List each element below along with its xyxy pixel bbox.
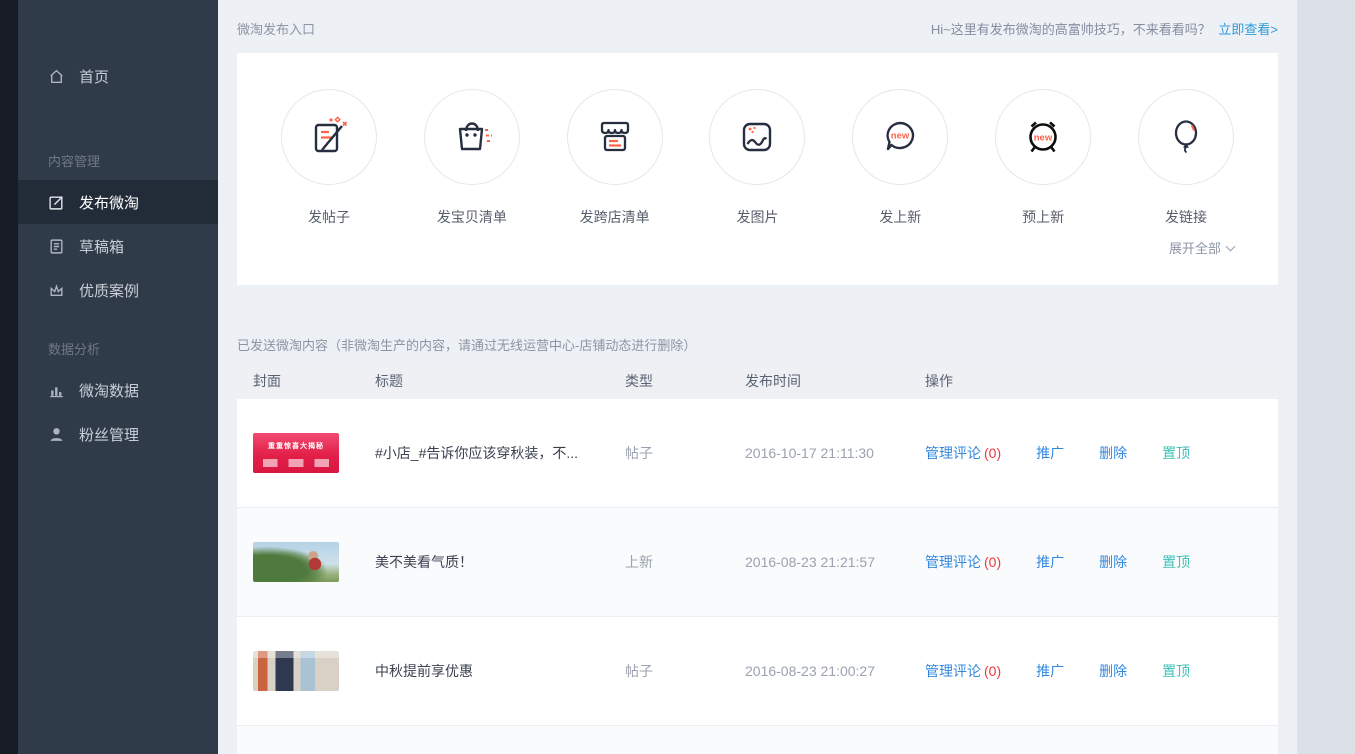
post-icon xyxy=(281,89,377,185)
chevron-down-icon xyxy=(1226,241,1236,251)
sent-content-title: 已发送微淘内容（非微淘生产的内容，请通过无线运营中心-店铺动态进行删除） xyxy=(237,335,1278,353)
edit-icon xyxy=(48,194,65,211)
col-actions: 操作 xyxy=(925,371,1262,391)
delete-link[interactable]: 删除 xyxy=(1099,661,1127,681)
image-icon xyxy=(709,89,805,185)
table-row xyxy=(237,726,1278,754)
row-type: 帖子 xyxy=(625,661,745,681)
promote-link[interactable]: 推广 xyxy=(1036,552,1064,572)
publish-entries-card: 发帖子 发宝贝清单 xyxy=(237,53,1278,285)
col-title: 标题 xyxy=(375,371,625,391)
sidebar-item-label: 首页 xyxy=(79,66,109,87)
row-time: 2016-08-23 21:21:57 xyxy=(745,554,925,570)
svg-text:new: new xyxy=(1034,133,1053,144)
sidebar-item-weitao-data[interactable]: 微淘数据 xyxy=(18,368,218,412)
sidebar-item-label: 发布微淘 xyxy=(79,192,139,213)
manage-comments-link[interactable]: 管理评论(0) xyxy=(925,661,1001,681)
table-header: 封面 标题 类型 发布时间 操作 xyxy=(237,362,1278,399)
sidebar-item-fans[interactable]: 粉丝管理 xyxy=(18,412,218,456)
cover-thumbnail[interactable] xyxy=(253,651,339,691)
sidebar-item-label: 优质案例 xyxy=(79,280,139,301)
entry-link[interactable]: 发链接 xyxy=(1138,89,1234,227)
table-row: 重重惊喜大揭秘 #小店_#告诉你应该穿秋装，不... 帖子 2016-10-17… xyxy=(237,399,1278,508)
pin-link[interactable]: 置顶 xyxy=(1162,661,1190,681)
col-type: 类型 xyxy=(625,371,745,391)
promote-link[interactable]: 推广 xyxy=(1036,661,1064,681)
bag-icon xyxy=(424,89,520,185)
cover-thumbnail[interactable] xyxy=(253,542,339,582)
row-time: 2016-08-23 21:00:27 xyxy=(745,663,925,679)
sidebar-section-content: 内容管理 xyxy=(18,150,218,170)
promo-view-now-link[interactable]: 立即查看> xyxy=(1218,22,1278,37)
sidebar-item-label: 微淘数据 xyxy=(79,380,139,401)
comment-count: (0) xyxy=(984,663,1001,679)
pin-link[interactable]: 置顶 xyxy=(1162,552,1190,572)
crown-icon xyxy=(48,282,65,299)
expand-all-button[interactable]: 展开全部 xyxy=(1169,238,1234,257)
entry-pre-new[interactable]: new 预上新 xyxy=(995,89,1091,227)
entry-new-arrival[interactable]: new 发上新 xyxy=(852,89,948,227)
sidebar: 首页 内容管理 发布微淘 草稿箱 优质案例 数据分析 微淘数据 粉丝管理 xyxy=(18,0,218,754)
comment-count: (0) xyxy=(984,554,1001,570)
sidebar-item-label: 草稿箱 xyxy=(79,236,124,257)
entry-label: 发上新 xyxy=(879,207,921,227)
delete-link[interactable]: 删除 xyxy=(1099,443,1127,463)
right-background-strip xyxy=(1297,0,1355,754)
alarm-new-icon: new xyxy=(995,89,1091,185)
row-title: 中秋提前享优惠 xyxy=(375,661,625,681)
row-time: 2016-10-17 21:11:30 xyxy=(745,445,925,461)
promote-link[interactable]: 推广 xyxy=(1036,443,1064,463)
balloon-icon xyxy=(1138,89,1234,185)
cover-thumbnail[interactable]: 重重惊喜大揭秘 xyxy=(253,433,339,473)
entry-label: 发宝贝清单 xyxy=(437,207,507,227)
pin-link[interactable]: 置顶 xyxy=(1162,443,1190,463)
entry-image[interactable]: 发图片 xyxy=(709,89,805,227)
col-time: 发布时间 xyxy=(745,371,925,391)
promo-text: Hi~这里有发布微淘的高富帅技巧，不来看看吗？ xyxy=(931,22,1211,37)
shop-icon xyxy=(567,89,663,185)
promo-banner: Hi~这里有发布微淘的高富帅技巧，不来看看吗？ 立即查看> xyxy=(931,19,1278,38)
entry-item-list[interactable]: 发宝贝清单 xyxy=(424,89,520,227)
comment-count: (0) xyxy=(984,445,1001,461)
row-title: #小店_#告诉你应该穿秋装，不... xyxy=(375,443,625,463)
entry-post[interactable]: 发帖子 xyxy=(281,89,377,227)
manage-comments-link[interactable]: 管理评论(0) xyxy=(925,443,1001,463)
table-row: 美不美看气质！ 上新 2016-08-23 21:21:57 管理评论(0) 推… xyxy=(237,508,1278,617)
page-title: 微淘发布入口 xyxy=(237,19,315,38)
entry-cross-shop-list[interactable]: 发跨店清单 xyxy=(567,89,663,227)
entry-label: 发跨店清单 xyxy=(580,207,650,227)
main-area: 微淘发布入口 Hi~这里有发布微淘的高富帅技巧，不来看看吗？ 立即查看> xyxy=(218,0,1297,754)
delete-link[interactable]: 删除 xyxy=(1099,552,1127,572)
sidebar-item-home[interactable]: 首页 xyxy=(18,54,218,98)
left-rail xyxy=(0,0,18,754)
bubble-new-icon: new xyxy=(852,89,948,185)
row-type: 帖子 xyxy=(625,443,745,463)
row-title: 美不美看气质！ xyxy=(375,552,625,572)
sidebar-item-cases[interactable]: 优质案例 xyxy=(18,268,218,312)
sidebar-item-label: 粉丝管理 xyxy=(79,424,139,445)
fans-icon xyxy=(48,426,65,443)
sidebar-section-data: 数据分析 xyxy=(18,338,218,358)
entry-label: 发图片 xyxy=(736,207,778,227)
manage-comments-link[interactable]: 管理评论(0) xyxy=(925,552,1001,572)
entry-label: 发帖子 xyxy=(308,207,350,227)
draft-icon xyxy=(48,238,65,255)
svg-text:new: new xyxy=(891,131,910,142)
bar-chart-icon xyxy=(48,382,65,399)
home-icon xyxy=(48,68,65,85)
col-cover: 封面 xyxy=(253,371,375,391)
sent-content-table: 封面 标题 类型 发布时间 操作 重重惊喜大揭秘 #小店_#告诉你应该穿秋装，不… xyxy=(237,362,1278,754)
sidebar-item-drafts[interactable]: 草稿箱 xyxy=(18,224,218,268)
entry-label: 预上新 xyxy=(1022,207,1064,227)
table-row: 中秋提前享优惠 帖子 2016-08-23 21:00:27 管理评论(0) 推… xyxy=(237,617,1278,726)
entry-label: 发链接 xyxy=(1165,207,1207,227)
row-type: 上新 xyxy=(625,552,745,572)
sidebar-item-publish[interactable]: 发布微淘 xyxy=(18,180,218,224)
